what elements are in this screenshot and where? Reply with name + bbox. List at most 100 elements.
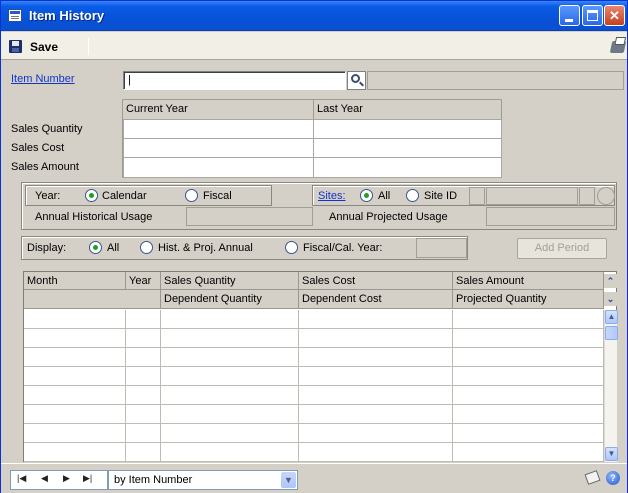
grid-cell[interactable] <box>126 424 161 443</box>
site-id-lookup-right <box>579 187 595 205</box>
sites-link[interactable]: Sites: <box>318 190 346 202</box>
scroll-up-button[interactable]: ▲ <box>605 310 618 324</box>
save-icon[interactable] <box>9 40 22 53</box>
maximize-button[interactable] <box>582 5 603 26</box>
display-hist-proj-label[interactable]: Hist. & Proj. Annual <box>158 242 253 254</box>
first-record-icon[interactable]: |◀ <box>17 473 26 484</box>
grid-cell[interactable] <box>126 405 161 424</box>
toolbar-separator <box>88 38 89 55</box>
help-icon[interactable]: ? <box>606 471 620 485</box>
sales-amount-current <box>123 157 314 178</box>
form-content: Item Number | Current Year Last Year Sal… <box>1 61 627 463</box>
sites-all-radio[interactable] <box>360 189 373 202</box>
grid-cell[interactable] <box>24 348 126 367</box>
year-fiscal-label[interactable]: Fiscal <box>203 190 232 202</box>
item-number-input[interactable]: | <box>123 71 346 90</box>
sort-by-dropdown[interactable]: by Item Number ▼ <box>108 470 298 490</box>
grid-cell[interactable] <box>299 329 453 348</box>
vertical-scrollbar[interactable]: ▲ ▼ <box>604 310 618 462</box>
grid-cell[interactable] <box>126 386 161 405</box>
grid-cell[interactable] <box>453 443 604 462</box>
sites-all-label[interactable]: All <box>378 190 390 202</box>
grid-cell[interactable] <box>453 386 604 405</box>
window-icon <box>8 9 22 22</box>
title-bar[interactable]: Item History ✕ <box>1 1 627 31</box>
grid-cell[interactable] <box>299 424 453 443</box>
grid-cell[interactable] <box>453 424 604 443</box>
grid-cell[interactable] <box>299 367 453 386</box>
grid-cell[interactable] <box>453 329 604 348</box>
print-icon[interactable] <box>609 41 627 53</box>
display-hist-proj-radio[interactable] <box>140 241 153 254</box>
annual-projected-label: Annual Projected Usage <box>329 211 448 223</box>
grid-cell[interactable] <box>126 310 161 329</box>
item-number-link[interactable]: Item Number <box>11 73 75 85</box>
maximize-icon <box>587 10 598 21</box>
scroll-thumb[interactable] <box>605 326 618 340</box>
chevron-down-icon[interactable]: ▼ <box>281 472 296 488</box>
grid-cell[interactable] <box>453 367 604 386</box>
sites-siteid-radio[interactable] <box>406 189 419 202</box>
sort-by-value: by Item Number <box>114 474 193 486</box>
grid-cell[interactable] <box>453 405 604 424</box>
grid-cell[interactable] <box>126 443 161 462</box>
grid-header-sales-quantity: Sales Quantity <box>161 272 299 290</box>
grid-cell[interactable] <box>24 310 126 329</box>
grid-cell[interactable] <box>24 443 126 462</box>
grid-cell[interactable] <box>161 348 299 367</box>
display-label: Display: <box>27 242 67 254</box>
grid-cell[interactable] <box>453 348 604 367</box>
next-record-icon[interactable]: ▶ <box>63 473 70 484</box>
grid-cell[interactable] <box>161 310 299 329</box>
grid-cell[interactable] <box>24 405 126 424</box>
expand-rows-icon[interactable]: ⌄ <box>604 292 617 306</box>
year-calendar-label[interactable]: Calendar <box>102 190 147 202</box>
grid-cell[interactable] <box>126 329 161 348</box>
grid-cell[interactable] <box>24 386 126 405</box>
grid-header-blank <box>24 290 161 309</box>
grid-cell[interactable] <box>453 310 604 329</box>
display-all-radio[interactable] <box>89 241 102 254</box>
grid-cell[interactable] <box>126 367 161 386</box>
grid-cell[interactable] <box>161 443 299 462</box>
item-lookup-button[interactable] <box>347 71 366 90</box>
window-title: Item History <box>29 8 105 23</box>
grid-cell[interactable] <box>161 329 299 348</box>
add-period-button[interactable]: Add Period <box>517 238 607 259</box>
item-number-value: | <box>128 74 131 86</box>
grid-cell[interactable] <box>161 405 299 424</box>
grid-cell[interactable] <box>24 367 126 386</box>
year-calendar-radio[interactable] <box>85 189 98 202</box>
year-label: Year: <box>35 190 61 202</box>
grid-cell[interactable] <box>299 405 453 424</box>
sales-amount-last <box>313 157 502 178</box>
grid-cell[interactable] <box>299 443 453 462</box>
previous-record-icon[interactable]: ◀ <box>41 473 48 484</box>
col-last-year: Last Year <box>317 103 363 115</box>
close-button[interactable]: ✕ <box>604 5 625 26</box>
annual-historical-label: Annual Historical Usage <box>35 211 153 223</box>
note-icon[interactable] <box>584 470 601 485</box>
sales-quantity-last <box>313 119 502 139</box>
grid-header-year: Year <box>126 272 161 290</box>
year-fiscal-radio[interactable] <box>185 189 198 202</box>
display-fiscal-cal-label[interactable]: Fiscal/Cal. Year: <box>303 242 382 254</box>
save-button[interactable]: Save <box>30 40 58 54</box>
grid-cell[interactable] <box>299 348 453 367</box>
grid-cell[interactable] <box>161 424 299 443</box>
sites-siteid-label[interactable]: Site ID <box>424 190 457 202</box>
grid-cell[interactable] <box>24 329 126 348</box>
grid-cell[interactable] <box>24 424 126 443</box>
collapse-rows-icon[interactable]: ⌃ <box>604 274 617 288</box>
display-all-label[interactable]: All <box>107 242 119 254</box>
display-fiscal-cal-radio[interactable] <box>285 241 298 254</box>
scroll-down-button[interactable]: ▼ <box>605 447 618 461</box>
grid-cell[interactable] <box>299 310 453 329</box>
grid-cell[interactable] <box>126 348 161 367</box>
last-record-icon[interactable]: ▶| <box>83 473 92 484</box>
sales-quantity-current <box>123 119 314 139</box>
grid-cell[interactable] <box>299 386 453 405</box>
grid-cell[interactable] <box>161 386 299 405</box>
minimize-button[interactable] <box>559 5 580 26</box>
grid-cell[interactable] <box>161 367 299 386</box>
